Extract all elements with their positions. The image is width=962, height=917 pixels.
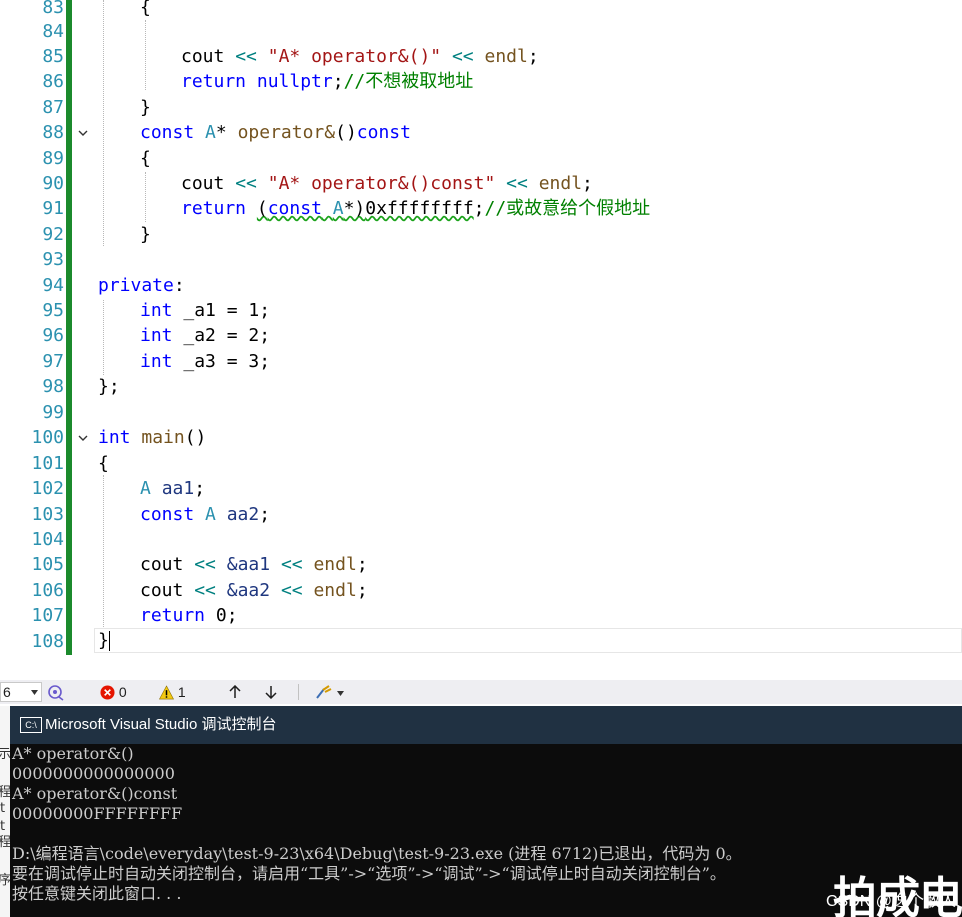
code-line: return (const A*)0xffffffff;//或故意给个假地址 bbox=[181, 198, 651, 219]
sliver-text: 序 bbox=[0, 873, 10, 888]
console-line: A* operator&()const bbox=[12, 784, 178, 803]
line-number: 98 bbox=[42, 376, 64, 397]
current-line-highlight bbox=[94, 628, 962, 653]
code-line: { bbox=[98, 453, 109, 474]
warning-count-button[interactable]: 1 bbox=[158, 680, 186, 704]
warning-squiggle: (const A*)0xffffffff bbox=[256, 198, 474, 219]
error-count-button[interactable]: 0 bbox=[100, 680, 127, 704]
line-number: 83 bbox=[42, 0, 64, 18]
line-number: 97 bbox=[42, 351, 64, 372]
code-line: A aa1; bbox=[140, 478, 206, 499]
code-line: cout << &aa1 << endl; bbox=[140, 554, 368, 575]
code-line: } bbox=[140, 224, 151, 245]
line-number: 94 bbox=[42, 275, 64, 296]
sliver-text: 示 bbox=[0, 747, 10, 762]
chevron-down-icon bbox=[31, 690, 38, 695]
zoom-dropdown[interactable]: 6 bbox=[0, 682, 42, 702]
indent-guide bbox=[145, 172, 146, 222]
code-line: int _a1 = 1; bbox=[140, 300, 271, 321]
code-line: cout << &aa2 << endl; bbox=[140, 580, 368, 601]
line-number-gutter: 83 84 85 86 87 88 89 90 91 92 93 94 95 9… bbox=[0, 0, 64, 662]
collapse-chevron-icon[interactable] bbox=[77, 432, 89, 444]
line-number: 88 bbox=[42, 122, 64, 143]
sliver-text: 程 bbox=[0, 835, 10, 850]
indent-guide bbox=[103, 475, 104, 627]
chevron-down-icon bbox=[336, 691, 344, 696]
indent-guide bbox=[103, 300, 104, 375]
zoom-value: 6 bbox=[3, 684, 11, 700]
code-line: int main() bbox=[98, 427, 207, 448]
line-number: 104 bbox=[31, 529, 64, 550]
csdn-credit: CSDN @逸个散人 bbox=[825, 893, 956, 910]
console-app-icon: C:\ bbox=[20, 717, 42, 733]
indent-guide bbox=[103, 0, 104, 246]
code-line: int _a2 = 2; bbox=[140, 325, 271, 346]
line-number: 93 bbox=[42, 249, 64, 270]
indent-guide bbox=[145, 20, 146, 90]
code-line: } bbox=[98, 630, 109, 651]
console-line: 00000000FFFFFFFF bbox=[12, 804, 183, 823]
console-output[interactable]: A* operator&() 0000000000000000 A* opera… bbox=[10, 744, 962, 917]
code-line: cout << "A* operator&()" << endl; bbox=[181, 46, 539, 67]
code-cleanup-dropdown[interactable] bbox=[315, 680, 344, 704]
line-number: 100 bbox=[31, 427, 64, 448]
line-number: 102 bbox=[31, 478, 64, 499]
code-line: int _a3 = 3; bbox=[140, 351, 271, 372]
console-line: A* operator&() bbox=[12, 744, 134, 763]
line-number: 107 bbox=[31, 605, 64, 626]
console-line: 要在调试停止时自动关闭控制台，请启用“工具”->“选项”->“调试”->“调试停… bbox=[12, 864, 726, 883]
arrow-up-icon[interactable] bbox=[228, 685, 242, 699]
code-line: { bbox=[140, 0, 151, 18]
error-icon bbox=[100, 685, 115, 700]
console-title-bar[interactable]: C:\ Microsoft Visual Studio 调试控制台 bbox=[10, 706, 962, 744]
line-number: 85 bbox=[42, 46, 64, 67]
line-number: 84 bbox=[42, 21, 64, 42]
line-number: 91 bbox=[42, 198, 64, 219]
editor-status-bar: 6 0 1 bbox=[0, 680, 962, 704]
line-number: 103 bbox=[31, 504, 64, 525]
broom-icon bbox=[316, 685, 332, 699]
code-line: private: bbox=[98, 275, 185, 296]
code-line: const A* operator&()const bbox=[140, 122, 411, 143]
line-number: 92 bbox=[42, 224, 64, 245]
line-number: 95 bbox=[42, 300, 64, 321]
error-count: 0 bbox=[118, 684, 127, 700]
background-window-sliver: 示 程 t t 程 序 bbox=[0, 706, 10, 917]
line-number: 105 bbox=[31, 554, 64, 575]
line-number: 96 bbox=[42, 325, 64, 346]
code-line: } bbox=[140, 97, 151, 118]
line-number: 87 bbox=[42, 97, 64, 118]
line-number: 90 bbox=[42, 173, 64, 194]
code-line: }; bbox=[98, 376, 120, 397]
copilot-icon[interactable] bbox=[47, 683, 65, 701]
arrow-down-icon[interactable] bbox=[264, 685, 278, 699]
warning-count: 1 bbox=[177, 684, 186, 700]
line-number: 89 bbox=[42, 148, 64, 169]
line-number: 106 bbox=[31, 580, 64, 601]
code-line: { bbox=[140, 148, 151, 169]
change-tracking-bar bbox=[66, 0, 72, 655]
line-number: 108 bbox=[31, 631, 64, 652]
toolbar-separator bbox=[298, 684, 299, 700]
console-line: D:\编程语言\code\everyday\test-9-23\x64\Debu… bbox=[12, 844, 742, 863]
code-line: const A aa2; bbox=[140, 504, 271, 525]
code-editor[interactable]: 83 84 85 86 87 88 89 90 91 92 93 94 95 9… bbox=[0, 0, 962, 662]
code-line: return nullptr;//不想被取地址 bbox=[181, 71, 474, 92]
text-caret bbox=[109, 631, 110, 651]
line-number: 101 bbox=[31, 453, 64, 474]
line-number: 86 bbox=[42, 71, 64, 92]
line-number: 99 bbox=[42, 402, 64, 423]
debug-console-window[interactable]: C:\ Microsoft Visual Studio 调试控制台 A* ope… bbox=[10, 706, 962, 917]
console-title: Microsoft Visual Studio 调试控制台 bbox=[45, 716, 277, 733]
warning-icon bbox=[158, 685, 175, 700]
collapse-chevron-icon[interactable] bbox=[77, 127, 89, 139]
code-line: return 0; bbox=[140, 605, 238, 626]
console-line: 0000000000000000 bbox=[12, 764, 175, 783]
code-line: cout << "A* operator&()const" << endl; bbox=[181, 173, 593, 194]
console-line: 按任意键关闭此窗口. . . bbox=[12, 884, 182, 903]
